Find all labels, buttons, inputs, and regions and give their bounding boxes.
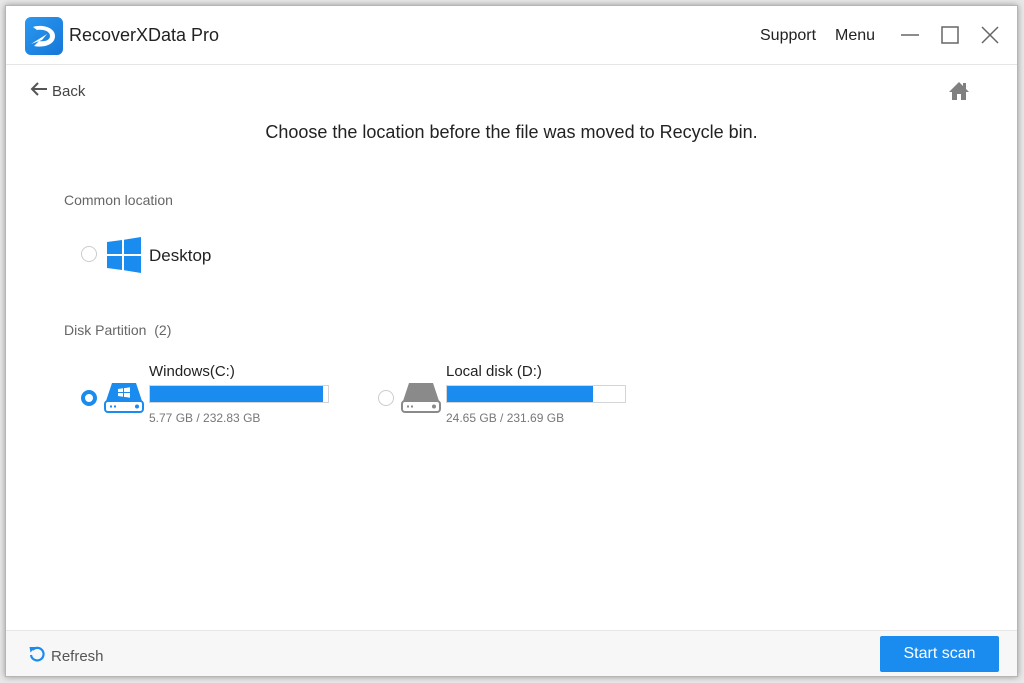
disk-partition-count: (2) <box>154 322 172 338</box>
disk-partition-label: Disk Partition (2) <box>64 322 171 338</box>
refresh-icon <box>28 645 46 668</box>
refresh-label: Refresh <box>51 648 104 665</box>
windows-logo-icon <box>106 237 142 278</box>
disk-d-usage-bar <box>446 385 626 403</box>
home-icon[interactable] <box>947 80 971 102</box>
disk-d-usage-fill <box>447 386 593 402</box>
disk-c-usage-fill <box>150 386 323 402</box>
disk-c-size: 5.77 GB / 232.83 GB <box>149 411 261 425</box>
hard-drive-icon <box>401 381 441 418</box>
footer-bar: Refresh Start scan <box>6 630 1017 676</box>
arrow-left-icon <box>30 81 48 102</box>
minimize-icon[interactable] <box>899 24 921 46</box>
disk-d-radio[interactable] <box>378 390 394 406</box>
disk-item-d[interactable]: Local disk (D:) 24.65 GB / 231.69 GB <box>378 361 638 436</box>
system-drive-icon <box>104 381 144 418</box>
title-bar: RecoverXData Pro Support Menu <box>6 6 1017 65</box>
page-headline: Choose the location before the file was … <box>265 122 758 142</box>
start-scan-button[interactable]: Start scan <box>880 636 999 672</box>
desktop-radio[interactable] <box>81 246 97 262</box>
disk-d-name: Local disk (D:) <box>446 363 542 380</box>
disk-partition-title: Disk Partition <box>64 322 147 338</box>
back-button[interactable]: Back <box>30 81 85 102</box>
disk-c-usage-bar <box>149 385 329 403</box>
disk-c-radio[interactable] <box>81 390 97 406</box>
disk-d-size: 24.65 GB / 231.69 GB <box>446 411 565 425</box>
desktop-label: Desktop <box>149 246 212 265</box>
common-location-label: Common location <box>64 192 173 208</box>
menu-link[interactable]: Menu <box>835 27 875 45</box>
disk-c-name: Windows(C:) <box>149 363 235 380</box>
maximize-icon[interactable] <box>939 24 961 46</box>
close-icon[interactable] <box>979 24 1001 46</box>
back-label: Back <box>52 83 86 100</box>
app-title: RecoverXData Pro <box>69 25 220 45</box>
disk-item-c[interactable]: Windows(C:) 5.77 GB / 232.83 GB <box>81 361 341 436</box>
recoverxdata-logo-icon <box>25 17 63 55</box>
refresh-button[interactable]: Refresh <box>28 645 104 668</box>
support-link[interactable]: Support <box>760 27 816 45</box>
app-window: RecoverXData Pro Support Menu Back Choos… <box>5 5 1018 677</box>
location-desktop[interactable]: Desktop <box>81 236 241 276</box>
